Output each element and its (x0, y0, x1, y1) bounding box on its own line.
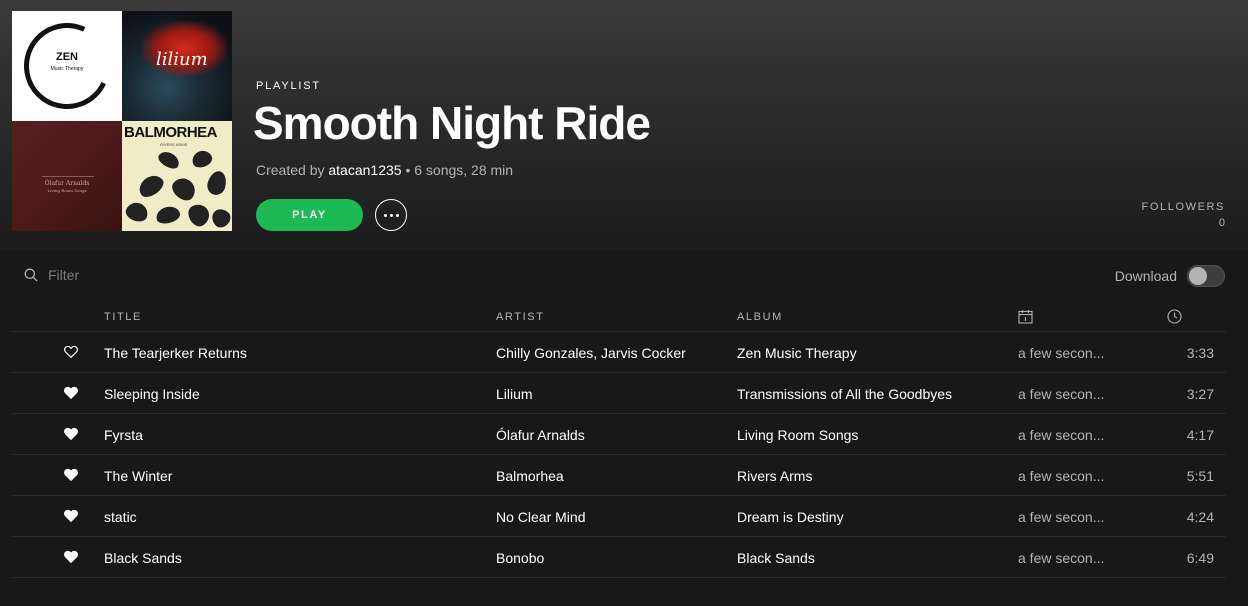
seed-pod-icon (168, 173, 200, 205)
created-by-label: Created by (256, 162, 325, 178)
track-artist[interactable]: Bonobo (496, 550, 544, 566)
followers-label: FOLLOWERS (1141, 201, 1225, 213)
owner-link[interactable]: atacan1235 (328, 162, 401, 178)
track-table-header: TITLE ARTIST ALBUM (12, 309, 1226, 332)
track-artist[interactable]: No Clear Mind (496, 509, 585, 525)
track-album[interactable]: Living Room Songs (737, 427, 858, 443)
track-row[interactable]: The Tearjerker Returns Chilly Gonzales, J… (12, 332, 1226, 373)
column-album[interactable]: ALBUM (737, 311, 783, 323)
track-row[interactable]: Fyrsta Ólafur Arnalds Living Room Songs a f… (12, 414, 1226, 455)
cover-tile-zen: ZEN Music Therapy (12, 11, 122, 121)
download-label: Download (1114, 268, 1177, 284)
more-dot-icon (383, 213, 387, 217)
track-duration: 3:27 (1186, 386, 1214, 402)
track-title: Black Sands (104, 550, 182, 566)
calendar-icon[interactable] (1018, 309, 1033, 324)
track-date-added: a few secon... (1018, 468, 1105, 484)
heart-filled-icon[interactable] (64, 468, 78, 482)
playlist-type-label: PLAYLIST (256, 80, 321, 92)
download-control: Download (1115, 265, 1225, 287)
track-album[interactable]: Rivers Arms (737, 468, 812, 484)
track-date-added: a few secon... (1018, 509, 1105, 525)
track-title: Sleeping Inside (104, 386, 200, 402)
track-duration: 3:33 (1186, 345, 1214, 361)
track-duration: 6:49 (1186, 550, 1214, 566)
track-title: The Winter (104, 468, 173, 484)
seed-pod-icon (189, 148, 215, 170)
track-row[interactable]: static No Clear Mind Dream is Destiny a few… (12, 496, 1226, 537)
track-duration: 5:51 (1186, 468, 1214, 484)
followers-count: 0 (1218, 217, 1225, 229)
toggle-knob (1189, 267, 1207, 285)
download-toggle[interactable] (1187, 265, 1225, 287)
column-title[interactable]: TITLE (104, 311, 142, 323)
track-duration: 4:17 (1186, 427, 1214, 443)
track-album[interactable]: Dream is Destiny (737, 509, 844, 525)
seed-pod-icon (154, 204, 182, 226)
heart-filled-icon[interactable] (64, 386, 78, 400)
track-row[interactable]: Sleeping Inside Lilium Transmissions of Al… (12, 373, 1226, 414)
track-row[interactable]: The Winter Balmorhea Rivers Arms a few seco… (12, 455, 1226, 496)
clock-icon[interactable] (1167, 309, 1182, 324)
heart-outline-icon[interactable] (64, 345, 78, 359)
track-title: The Tearjerker Returns (104, 345, 247, 361)
seed-pod-icon (184, 200, 214, 230)
heart-filled-icon[interactable] (64, 427, 78, 441)
track-date-added: a few secon... (1018, 427, 1105, 443)
track-artist[interactable]: Balmorhea (496, 468, 564, 484)
track-row[interactable]: Black Sands Bonobo Black Sands a few secon.… (12, 537, 1226, 578)
cover-olafur-title: Ólafur Arnalds (44, 180, 90, 187)
cover-balmorhea-title: BALMORHEA (124, 124, 218, 141)
more-dot-icon (395, 213, 399, 217)
cover-zen-title: ZEN (56, 51, 78, 63)
cover-tile-balmorhea: BALMORHEA RIVERS ARMS (122, 121, 232, 231)
cover-tile-lilium: lilium (122, 11, 232, 121)
play-button[interactable]: PLAY (256, 199, 363, 231)
track-artist[interactable]: Lilium (496, 386, 533, 402)
heart-filled-icon[interactable] (64, 550, 78, 564)
column-artist[interactable]: ARTIST (496, 311, 545, 323)
playlist-summary: • 6 songs, 28 min (405, 162, 514, 178)
filter-bar (24, 267, 198, 283)
page-title: Smooth Night Ride (253, 97, 651, 149)
track-title: static (104, 509, 137, 525)
playlist-meta: Created by atacan1235 • 6 songs, 28 min (256, 162, 513, 178)
filter-input[interactable] (48, 267, 198, 283)
seed-pod-icon (123, 199, 151, 225)
track-duration: 4:24 (1186, 509, 1214, 525)
more-options-button[interactable] (375, 199, 407, 231)
cover-lilium-title: lilium (156, 49, 208, 70)
track-date-added: a few secon... (1018, 386, 1105, 402)
track-date-added: a few secon... (1018, 550, 1105, 566)
seed-pod-icon (208, 205, 232, 231)
track-date-added: a few secon... (1018, 345, 1105, 361)
seed-pod-icon (135, 171, 167, 201)
cover-balmorhea-subtitle: RIVERS ARMS (160, 142, 188, 147)
cover-zen-subtitle: Music Therapy (50, 66, 84, 72)
seed-pod-icon (155, 148, 183, 172)
seed-pod-icon (205, 169, 229, 197)
cover-tile-olafur: Ólafur Arnalds Living Room Songs (12, 121, 122, 231)
cover-divider (42, 176, 94, 177)
cover-olafur-subtitle: Living Room Songs (47, 188, 87, 193)
heart-filled-icon[interactable] (64, 509, 78, 523)
more-dot-icon (389, 213, 393, 217)
track-album[interactable]: Black Sands (737, 550, 815, 566)
track-title: Fyrsta (104, 427, 143, 443)
playlist-cover[interactable]: ZEN Music Therapy lilium Ólafur Arnalds … (12, 11, 232, 231)
search-icon (24, 268, 38, 282)
track-artist[interactable]: Ólafur Arnalds (496, 427, 585, 443)
track-album[interactable]: Transmissions of All the Goodbyes (737, 386, 952, 402)
track-artist[interactable]: Chilly Gonzales, Jarvis Cocker (496, 345, 686, 361)
track-album[interactable]: Zen Music Therapy (737, 345, 857, 361)
